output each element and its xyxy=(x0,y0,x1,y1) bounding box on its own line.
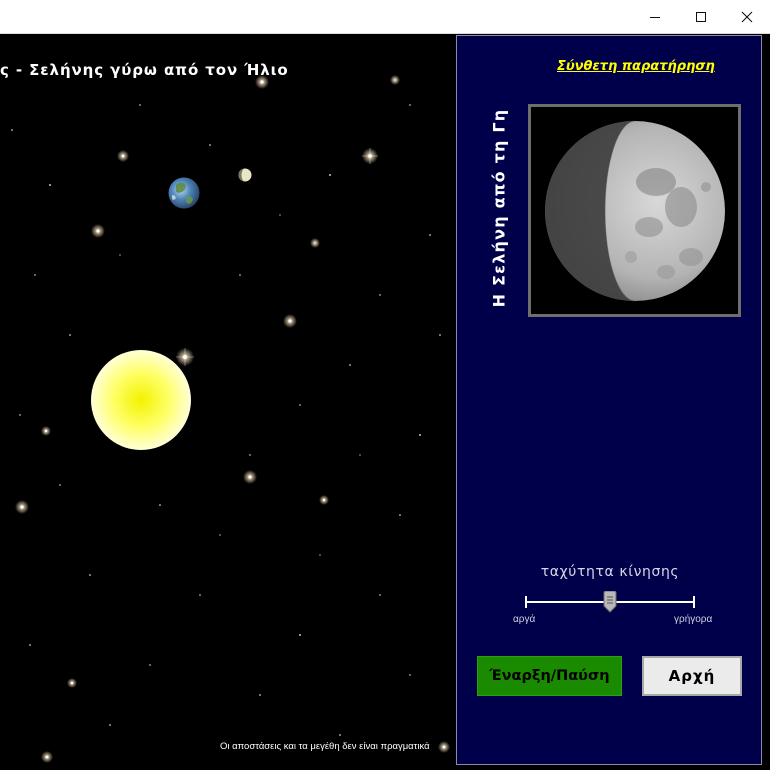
minimize-button[interactable] xyxy=(632,0,678,34)
scene-title: ς - Σελήνης γύρω από τον Ήλιο xyxy=(0,61,289,79)
earth xyxy=(168,177,200,209)
speed-slider-thumb[interactable] xyxy=(603,590,617,613)
fast-label: γρήγορα xyxy=(674,614,713,625)
reset-button[interactable]: Αρχή xyxy=(642,656,742,696)
bright-stars xyxy=(15,75,450,763)
small-stars xyxy=(11,104,441,736)
moon xyxy=(238,168,252,182)
moon-view-label: Η Σελήνη από τη Γη xyxy=(489,108,509,308)
maximize-icon xyxy=(696,12,706,22)
start-pause-button[interactable]: Έναρξη/Παύση xyxy=(477,656,622,696)
close-icon xyxy=(741,11,753,23)
speed-slider[interactable] xyxy=(525,590,695,615)
close-button[interactable] xyxy=(724,0,770,34)
slider-thumb-icon xyxy=(603,590,617,613)
slow-label: αργά xyxy=(513,614,536,625)
minimize-icon xyxy=(650,17,660,18)
scale-disclaimer: Οι αποστάσεις και τα μεγέθη δεν είναι πρ… xyxy=(220,741,430,752)
speed-label: ταχύτητα κίνησης xyxy=(540,564,680,580)
moon-phase-view xyxy=(528,104,741,317)
window-titlebar xyxy=(0,0,770,34)
speed-slider-max-tick xyxy=(693,596,695,608)
advanced-observation-link[interactable]: Σύνθετη παρατήρηση xyxy=(557,59,715,74)
speed-slider-min-tick xyxy=(525,596,527,608)
sun xyxy=(91,350,191,450)
control-panel: Σύνθετη παρατήρηση Η Σελήνη από τη Γη τα… xyxy=(456,35,762,765)
maximize-button[interactable] xyxy=(678,0,724,34)
moon-phase-image xyxy=(545,120,725,302)
space-scene: ς - Σελήνης γύρω από τον Ήλιο Οι αποστάσ… xyxy=(0,35,456,770)
starfield xyxy=(11,75,450,763)
